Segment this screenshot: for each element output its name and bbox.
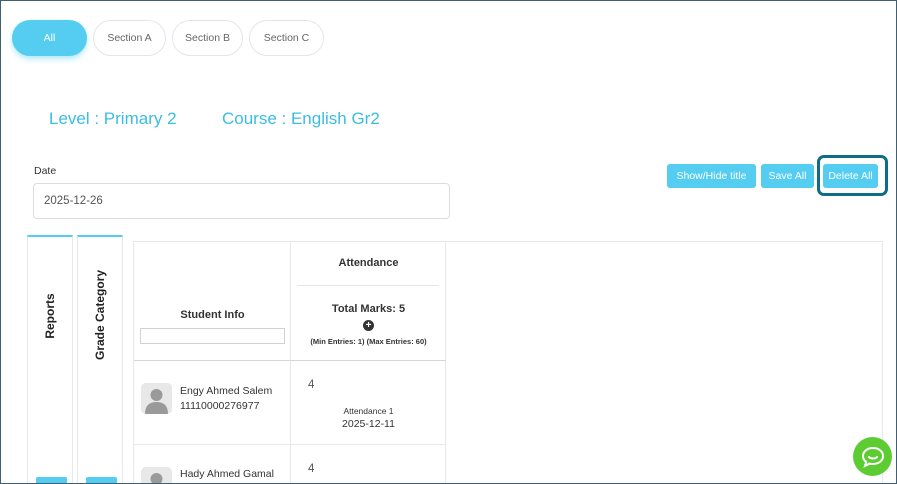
grades-table: Student Info Engy Ahmed Salem 1111000027…: [133, 241, 883, 483]
row-divider: [134, 444, 446, 445]
delete-all-button[interactable]: Delete All: [823, 164, 878, 188]
tab-section-a[interactable]: Section A: [93, 20, 166, 56]
attendance-entry-date: 2025-12-11: [342, 418, 395, 430]
reports-label: Reports: [43, 293, 57, 339]
save-all-button[interactable]: Save All: [761, 164, 814, 188]
tab-all[interactable]: All: [12, 20, 87, 56]
grade-category-label: Grade Category: [93, 269, 107, 361]
student-name: Hady Ahmed Gamal: [180, 468, 274, 480]
user-avatar-icon: [141, 467, 172, 483]
attendance-divider: [297, 285, 439, 286]
tab-section-b[interactable]: Section B: [172, 20, 243, 56]
header-divider: [134, 360, 446, 361]
section-tabs: All Section A Section B Section C: [12, 20, 324, 56]
student-filter-input[interactable]: [140, 328, 285, 344]
attendance-mark[interactable]: 4: [308, 463, 314, 475]
attendance-column: Attendance Total Marks: 5 + (Min Entries…: [291, 242, 446, 483]
reports-side-tab[interactable]: Reports: [27, 235, 73, 483]
attendance-mark[interactable]: 4: [308, 379, 314, 391]
grade-category-side-button[interactable]: [86, 477, 117, 483]
grade-category-side-tab[interactable]: Grade Category: [77, 235, 123, 483]
app-frame: All Section A Section B Section C Level …: [0, 0, 897, 484]
student-info-header: Student Info: [180, 309, 245, 321]
student-info-column: Student Info Engy Ahmed Salem 1111000027…: [134, 242, 291, 483]
tab-section-c[interactable]: Section C: [249, 20, 324, 56]
course-heading: Course : English Gr2: [222, 109, 380, 128]
plus-circle-icon[interactable]: +: [363, 320, 374, 331]
user-avatar-icon: [141, 383, 172, 414]
chat-icon[interactable]: [853, 437, 892, 476]
attendance-entry-name: Attendance 1: [343, 406, 394, 416]
show-hide-title-button[interactable]: Show/Hide title: [667, 164, 756, 188]
date-label: Date: [34, 165, 57, 177]
total-marks: Total Marks: 5: [331, 303, 406, 315]
student-name: Engy Ahmed Salem: [180, 385, 273, 397]
reports-side-button[interactable]: [36, 477, 67, 483]
attendance-header: Attendance: [338, 257, 399, 269]
student-id: 11110000276977: [180, 400, 260, 412]
date-input[interactable]: [33, 183, 450, 219]
entries-limits: (Min Entries: 1) (Max Entries: 60): [310, 337, 427, 346]
level-heading: Level : Primary 2: [49, 109, 177, 128]
